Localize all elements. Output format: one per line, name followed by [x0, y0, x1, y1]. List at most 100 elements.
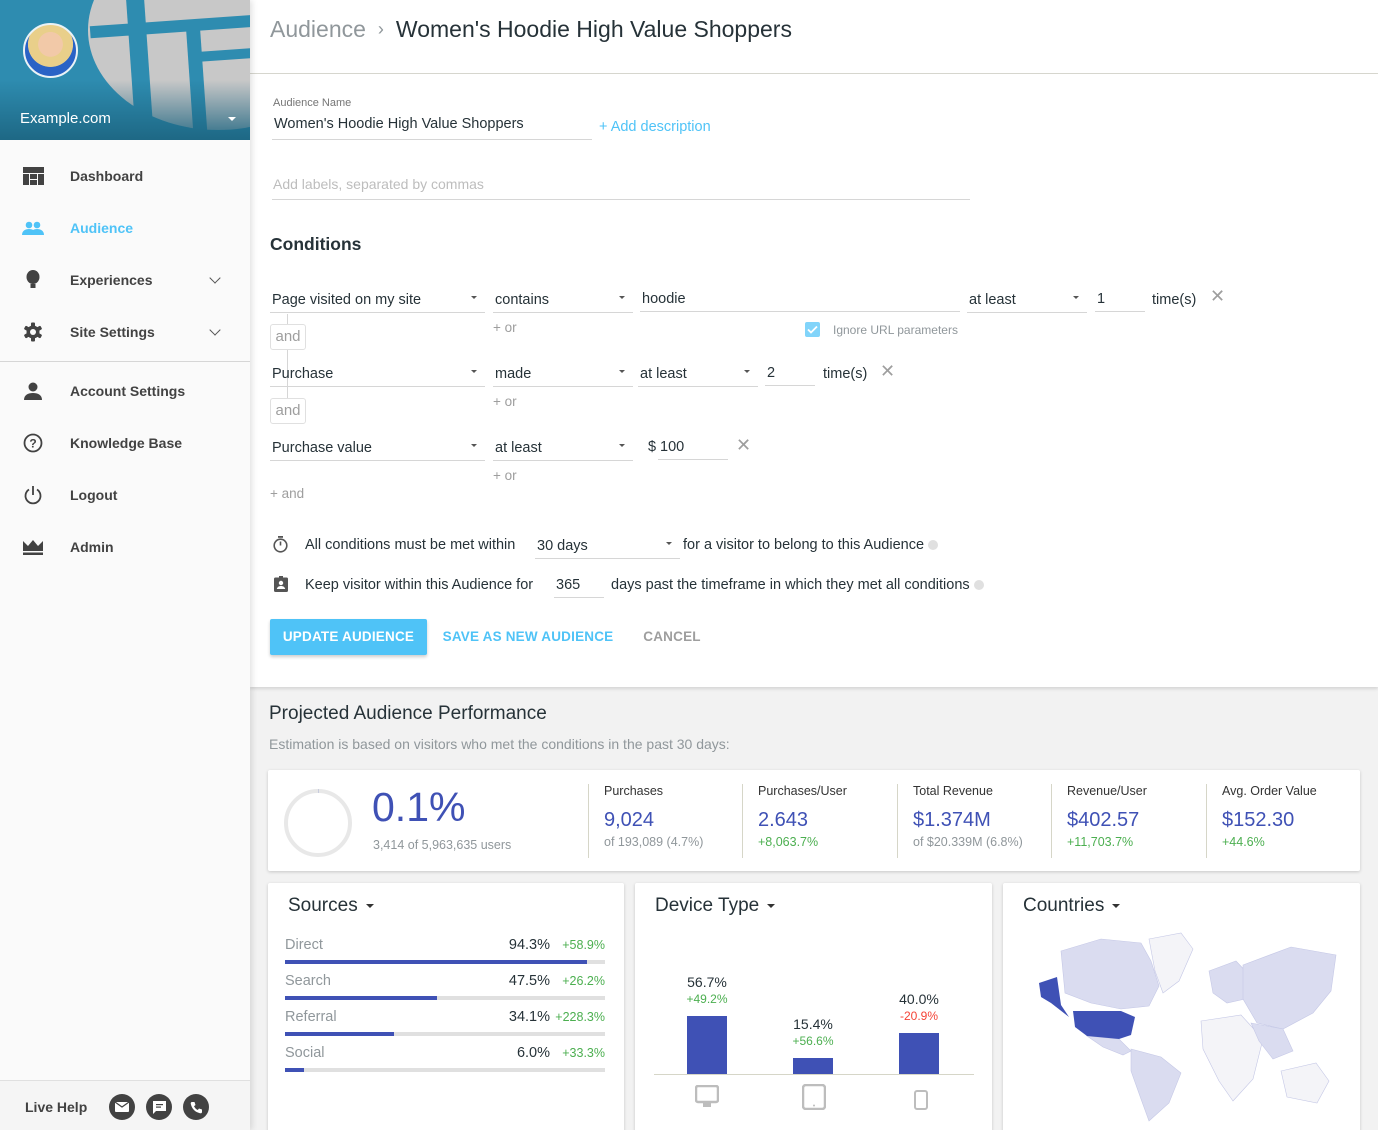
svg-text:?: ?	[29, 437, 36, 451]
sidebar-item-logout[interactable]: Logout	[0, 469, 250, 521]
map-australia	[1280, 1062, 1330, 1104]
purchase-value-input[interactable]: 100	[658, 434, 728, 460]
performance-subtitle: Estimation is based on visitors who met …	[269, 736, 730, 752]
source-change: +228.3%	[555, 1010, 605, 1024]
remove-condition-icon[interactable]: ✕	[880, 361, 895, 382]
cancel-button[interactable]: Cancel	[636, 619, 708, 655]
crown-icon	[22, 536, 44, 558]
phone-button[interactable]	[183, 1094, 209, 1120]
select-value: 30 days	[537, 538, 588, 554]
chevron-down-icon[interactable]	[209, 324, 221, 336]
device-label-desktop: 56.7% +49.2%	[667, 974, 747, 1006]
condition-operator-select[interactable]: contains	[493, 287, 633, 313]
stat-purchases-user: Purchases/User 2.643 +8,063.7%	[742, 784, 847, 858]
and-chip[interactable]: and	[270, 324, 306, 350]
sidebar-item-account-settings[interactable]: Account Settings	[0, 365, 250, 417]
save-as-new-audience-button[interactable]: Save as New Audience	[438, 619, 618, 655]
remove-condition-icon[interactable]: ✕	[1210, 286, 1225, 307]
page-title: Women's Hoodie High Value Shoppers	[395, 16, 792, 42]
chevron-down-icon[interactable]	[209, 272, 221, 284]
badge-icon	[274, 576, 288, 597]
add-or-link[interactable]: + or	[493, 394, 517, 409]
timeframe-suffix-text: for a visitor to belong to this Audience	[683, 537, 925, 553]
input-value: 1	[1097, 291, 1106, 307]
condition-type-select[interactable]: Purchase	[270, 361, 485, 387]
stat-value: $152.30	[1222, 809, 1295, 831]
count-input[interactable]: 2	[765, 360, 815, 386]
source-bar	[285, 960, 587, 964]
remove-condition-icon[interactable]: ✕	[736, 435, 751, 456]
sidebar-item-site-settings[interactable]: Site Settings	[0, 306, 250, 358]
source-row-search: Search 47.5% +26.2%	[285, 973, 605, 1009]
help-icon[interactable]	[928, 540, 939, 551]
frequency-select[interactable]: at least	[967, 287, 1087, 313]
device-percentage: 40.0%	[899, 990, 939, 1007]
caret-down-icon	[1112, 904, 1121, 908]
and-chip[interactable]: and	[270, 398, 306, 424]
add-description-link[interactable]: + Add description	[599, 119, 711, 135]
map-russia-asia	[1242, 946, 1337, 1030]
condition-type-select[interactable]: Purchase value	[270, 435, 485, 461]
add-and-link[interactable]: + and	[270, 486, 304, 501]
condition-operator-select[interactable]: at least	[493, 435, 633, 461]
caret-down-icon	[471, 444, 477, 447]
source-change: +58.9%	[562, 938, 605, 952]
source-row-social: Social 6.0% +33.3%	[285, 1045, 605, 1081]
stat-title: Avg. Order Value	[1222, 784, 1317, 798]
stat-purchases: Purchases 9,024 of 193,089 (4.7%)	[588, 784, 703, 858]
add-or-link[interactable]: + or	[493, 468, 517, 483]
sidebar-item-audience[interactable]: Audience	[0, 202, 250, 254]
sidebar-item-experiences[interactable]: Experiences	[0, 254, 250, 306]
chat-icon	[152, 1100, 166, 1114]
stat-revenue-user: Revenue/User $402.57 +11,703.7%	[1051, 784, 1147, 858]
condition-type-select[interactable]: Page visited on my site	[270, 287, 485, 313]
site-selector[interactable]: Example.com	[20, 110, 111, 127]
frequency-select[interactable]: at least	[638, 361, 758, 387]
help-icon[interactable]	[973, 580, 984, 591]
count-input[interactable]: 1	[1095, 286, 1145, 312]
ignore-url-params-label: Ignore URL parameters	[833, 323, 958, 337]
countries-card: Countries	[1003, 883, 1360, 1130]
stat-sub: of 193,089 (4.7%)	[604, 835, 704, 849]
chat-button[interactable]	[146, 1094, 172, 1120]
sidebar-item-dashboard[interactable]: Dashboard	[0, 150, 250, 202]
world-map[interactable]	[1031, 931, 1341, 1123]
timeframe-suffix: for a visitor to belong to this Audience	[683, 537, 939, 553]
device-percentage: 56.7%	[687, 973, 727, 990]
sidebar-item-knowledge-base[interactable]: ? Knowledge Base	[0, 417, 250, 469]
select-value: made	[495, 366, 532, 382]
breadcrumb-parent-link[interactable]: Audience	[270, 16, 366, 43]
input-value: hoodie	[642, 291, 686, 307]
sidebar-item-label: Knowledge Base	[70, 435, 183, 451]
times-label: time(s)	[823, 366, 868, 382]
divider	[0, 361, 250, 362]
sources-dropdown[interactable]: Sources	[288, 895, 374, 917]
avatar[interactable]	[23, 23, 78, 78]
source-percentage: 94.3%	[508, 937, 550, 953]
account-header: Example.com	[0, 0, 250, 140]
sidebar-item-label: Dashboard	[70, 168, 144, 184]
stat-sub: of $20.339M (6.8%)	[913, 835, 1023, 849]
source-change: +26.2%	[562, 974, 605, 988]
audience-name-input[interactable]: Women's Hoodie High Value Shoppers	[272, 116, 592, 140]
source-bar	[285, 1068, 305, 1072]
sidebar-item-admin[interactable]: Admin	[0, 521, 250, 573]
countries-dropdown[interactable]: Countries	[1023, 895, 1121, 917]
source-bar	[285, 996, 437, 1000]
ignore-url-params-checkbox[interactable]	[805, 322, 820, 337]
email-button[interactable]	[109, 1094, 135, 1120]
source-name: Referral	[285, 1009, 337, 1025]
add-or-link[interactable]: + or	[493, 320, 517, 335]
sources-card: Sources Direct 94.3% +58.9% Search 47.5% +26.…	[268, 883, 624, 1130]
labels-input[interactable]: Add labels, separated by commas	[272, 176, 970, 200]
source-name: Social	[285, 1045, 325, 1061]
retention-suffix: days past the timeframe in which they me…	[611, 577, 984, 593]
update-audience-button[interactable]: Update Audience	[270, 619, 427, 655]
caret-down-icon[interactable]	[228, 117, 236, 121]
device-type-title: Device Type	[655, 895, 760, 916]
device-type-dropdown[interactable]: Device Type	[655, 895, 776, 917]
condition-value-input[interactable]: hoodie	[640, 286, 960, 312]
retention-days-input[interactable]: 365	[554, 572, 604, 598]
condition-operator-select[interactable]: made	[493, 361, 633, 387]
timeframe-select[interactable]: 30 days	[535, 533, 680, 559]
